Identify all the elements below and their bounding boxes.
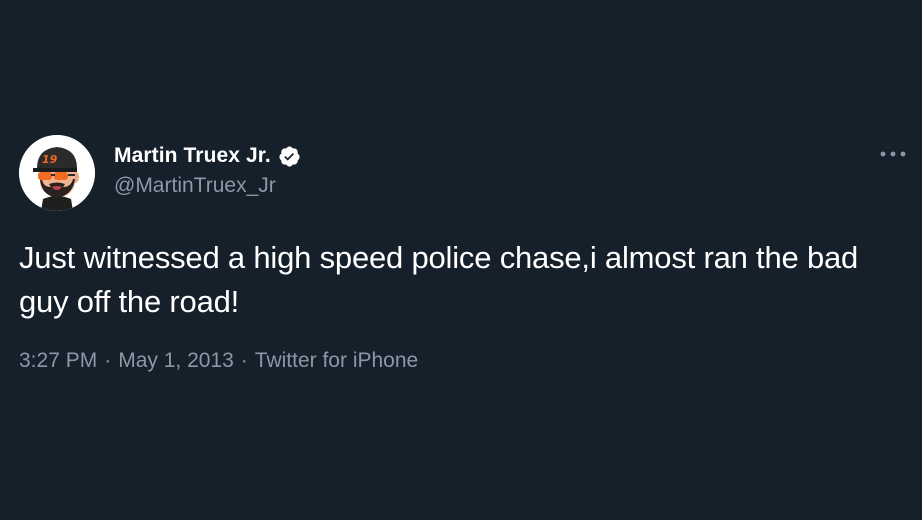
avatar-illustration-icon: 19: [19, 135, 95, 211]
author-display-name[interactable]: Martin Truex Jr.: [114, 144, 271, 168]
more-options-icon[interactable]: [878, 142, 908, 166]
cap-number: 19: [42, 153, 58, 166]
verified-badge-icon: [278, 145, 301, 168]
author-name-row: Martin Truex Jr.: [114, 142, 301, 170]
author-handle[interactable]: @MartinTruex_Jr: [114, 174, 276, 198]
tweet-time[interactable]: 3:27 PM: [19, 349, 97, 373]
avatar[interactable]: 19: [19, 135, 95, 211]
tweet-date[interactable]: May 1, 2013: [118, 349, 234, 373]
tweet-card: 19 Martin Truex Jr. @MartinTruex_Jr Just…: [0, 0, 922, 520]
meta-separator: ·: [104, 349, 112, 372]
tweet-text: Just witnessed a high speed police chase…: [19, 240, 859, 319]
tweet-meta: 3:27 PM · May 1, 2013 · Twitter for iPho…: [19, 349, 418, 373]
tweet-source[interactable]: Twitter for iPhone: [255, 349, 418, 373]
meta-separator: ·: [240, 349, 248, 372]
